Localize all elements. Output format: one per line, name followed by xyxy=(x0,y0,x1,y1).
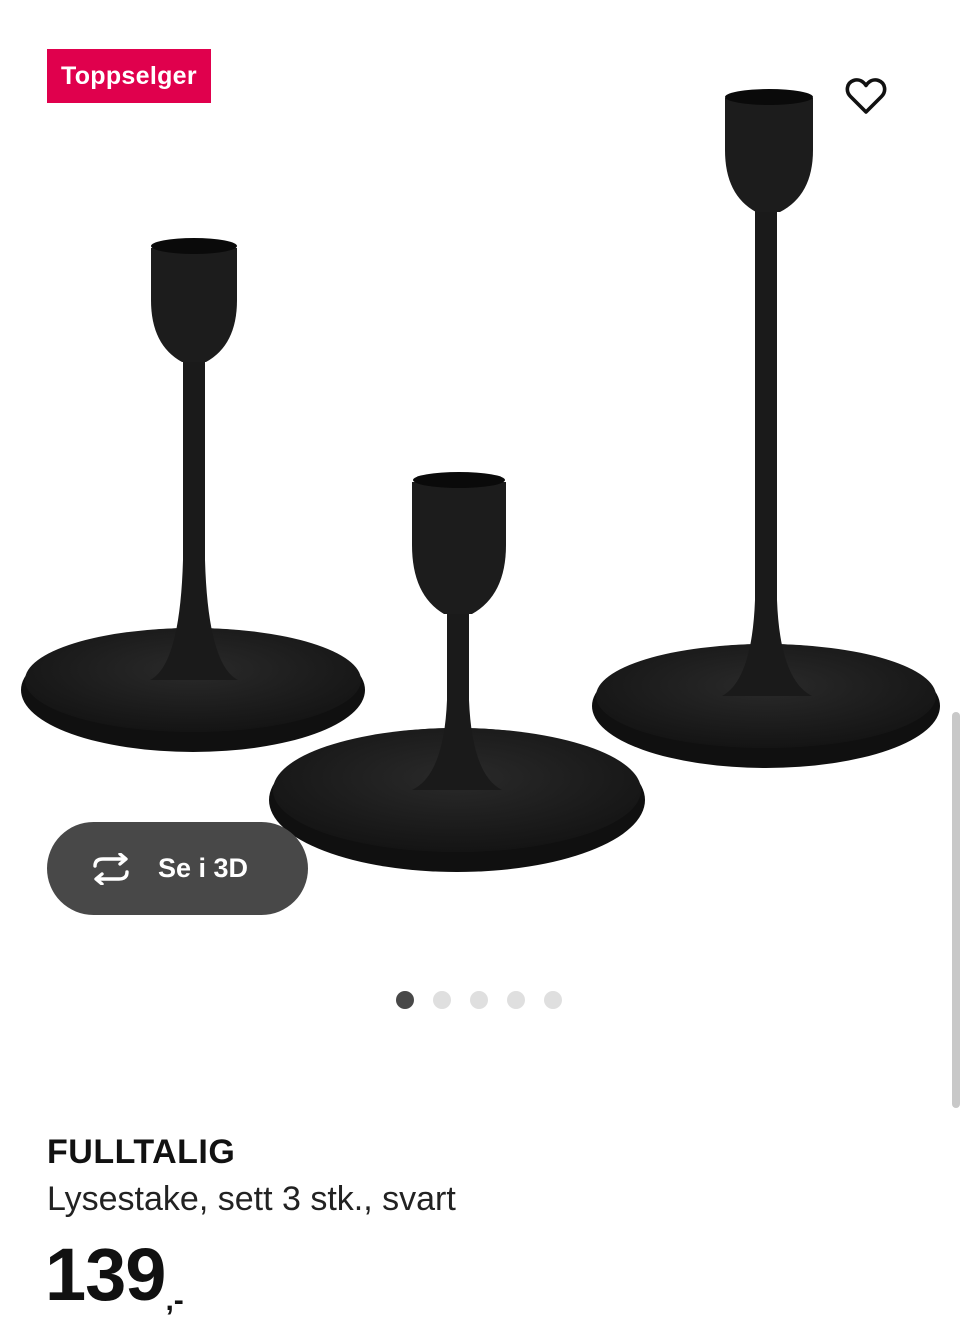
favorite-button[interactable] xyxy=(834,64,898,128)
product-description: Lysestake, sett 3 stk., svart xyxy=(47,1180,456,1218)
product-gallery[interactable]: Toppselger Se i 3D xyxy=(0,0,960,1040)
carousel-pagination xyxy=(396,991,562,1009)
heart-outline-icon xyxy=(845,78,887,114)
rotate-3d-icon xyxy=(93,852,129,885)
product-price: 139 ,- xyxy=(45,1238,184,1316)
candle-holder-left xyxy=(21,238,365,752)
candle-holder-right xyxy=(592,89,940,768)
view-in-3d-button[interactable]: Se i 3D xyxy=(47,822,308,915)
price-suffix: ,- xyxy=(165,1284,184,1317)
product-name: FULLTALIG xyxy=(47,1133,236,1171)
page-scrollbar[interactable] xyxy=(952,712,960,1108)
carousel-dot-5[interactable] xyxy=(544,991,562,1009)
view-in-3d-label: Se i 3D xyxy=(158,853,249,883)
carousel-dot-3[interactable] xyxy=(470,991,488,1009)
carousel-dot-1[interactable] xyxy=(396,991,414,1009)
product-image-candle-holders xyxy=(21,89,940,872)
top-seller-badge: Toppselger xyxy=(47,49,211,103)
carousel-dot-2[interactable] xyxy=(433,991,451,1009)
carousel-dot-4[interactable] xyxy=(507,991,525,1009)
price-amount: 139 xyxy=(45,1233,166,1316)
